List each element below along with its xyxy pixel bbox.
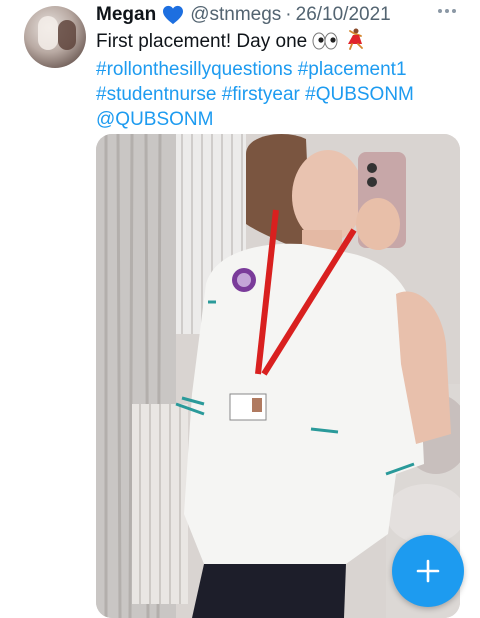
avatar-figure-right [58,20,76,50]
hashtag-link[interactable]: #QUBSONM [305,84,414,105]
header-separator: · [285,4,292,25]
plus-icon [416,559,440,583]
mention-link[interactable]: @QUBSONM [96,109,213,130]
tweet-card[interactable]: Megan @stnmegs · 26/10/2021 First placem… [0,0,480,618]
more-options-icon[interactable] [436,6,458,22]
tweet-text: First placement! Day one #rollonthesilly… [96,28,466,132]
blue-heart-icon [162,5,184,25]
tweet-line-3: #studentnurse #firstyear #QUBSONM [96,82,466,107]
hashtag-link[interactable]: #placement1 [298,59,407,80]
tweet-sentence: First placement! Day one [96,31,308,52]
author-handle[interactable]: @stnmegs [190,4,281,26]
hashtag-link[interactable]: #studentnurse [96,84,216,105]
tweet-line-2: #rollonthesillyquestions #placement1 [96,57,466,82]
author-name[interactable]: Megan [96,4,156,26]
compose-tweet-button[interactable] [392,535,464,607]
hashtag-link[interactable]: #firstyear [222,84,300,105]
tweet-date[interactable]: 26/10/2021 [296,4,391,26]
hashtag-link[interactable]: #rollonthesillyquestions [96,59,292,80]
tweet-header: Megan @stnmegs · 26/10/2021 [96,2,391,28]
eyes-icon [312,32,338,57]
tweet-line-4: @QUBSONM [96,107,466,132]
avatar[interactable] [24,6,86,68]
tweet-line-1: First placement! Day one [96,28,466,57]
avatar-figure-left [38,16,58,50]
dancer-icon [344,28,366,57]
